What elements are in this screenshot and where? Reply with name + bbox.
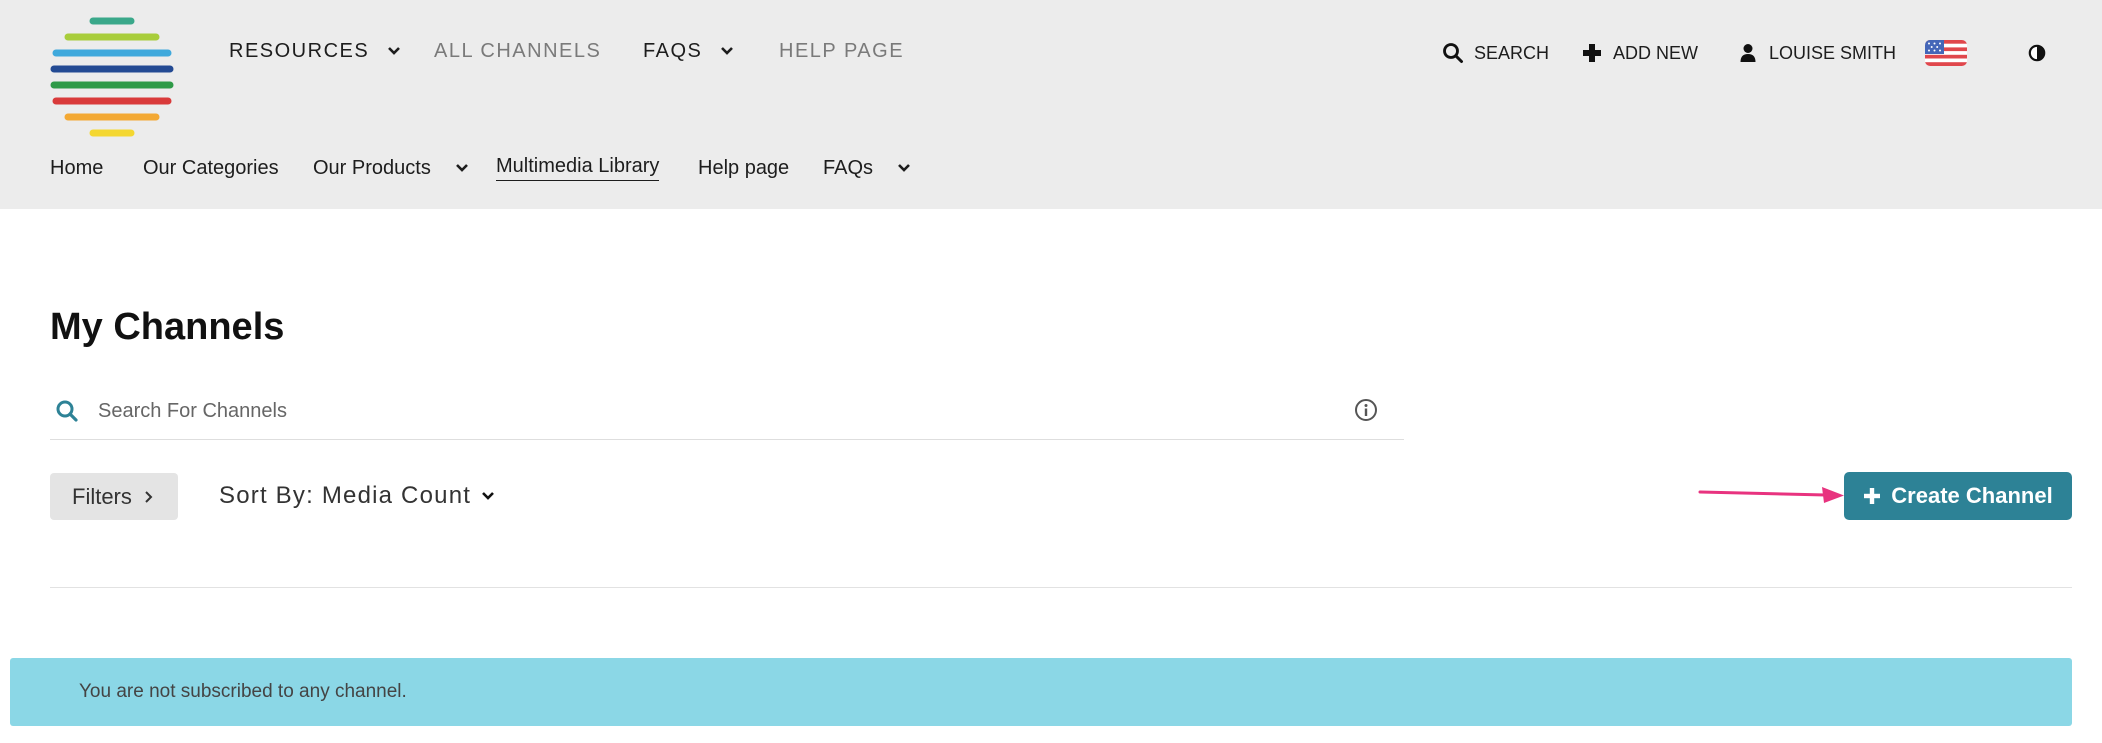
us-flag-icon[interactable]: [1925, 40, 1967, 66]
nav-faqs[interactable]: FAQS: [643, 38, 734, 64]
annotation-arrow: [1698, 487, 1844, 503]
nav-help-page-label: HELP PAGE: [779, 39, 905, 62]
nav-resources-label: RESOURCES: [229, 39, 370, 62]
add-new-link-label: ADD NEW: [1613, 42, 1698, 63]
nav-all-channels[interactable]: ALL CHANNELS: [434, 38, 601, 64]
nav-help-page[interactable]: HELP PAGE: [779, 38, 904, 64]
contrast-icon[interactable]: [2028, 44, 2046, 62]
subnav-home[interactable]: Home: [50, 154, 103, 182]
alert-message: You are not subscribed to any channel.: [79, 681, 407, 702]
subnav-help-page-label: Help page: [698, 156, 790, 179]
section-divider: [50, 587, 2072, 588]
filters-button[interactable]: Filters: [50, 473, 178, 520]
user-menu[interactable]: LOUISE SMITH: [1737, 40, 1896, 66]
subnav-faqs-label: FAQs: [823, 156, 874, 179]
plus-icon: [1583, 44, 1601, 62]
info-icon[interactable]: [1354, 398, 1378, 422]
nav-faqs-label: FAQS: [643, 39, 703, 62]
chevron-down-icon: [455, 164, 468, 172]
search-icon: [1443, 43, 1463, 63]
search-link[interactable]: SEARCH: [1442, 40, 1549, 66]
page-title: My Channels: [50, 306, 285, 348]
nav-all-channels-label: ALL CHANNELS: [434, 39, 602, 62]
chevron-down-icon: [482, 492, 495, 500]
user-icon: [1740, 44, 1756, 62]
nav-resources[interactable]: RESOURCES: [229, 38, 401, 64]
chevron-down-icon: [721, 47, 734, 55]
subnav-our-products[interactable]: Our Products: [313, 154, 469, 182]
search-link-label: SEARCH: [1474, 42, 1550, 63]
chevron-right-icon: [145, 490, 153, 503]
user-name: LOUISE SMITH: [1769, 42, 1897, 63]
sort-dropdown[interactable]: Sort By: Media Count: [219, 482, 495, 510]
subnav-home-label: Home: [50, 156, 104, 179]
create-channel-label: Create Channel: [1891, 483, 2053, 508]
subnav-our-categories[interactable]: Our Categories: [143, 154, 279, 182]
chevron-down-icon: [388, 47, 401, 55]
add-new-link[interactable]: ADD NEW: [1581, 40, 1698, 66]
plus-icon: [1864, 488, 1881, 504]
subnav-multimedia-library-label: Multimedia Library: [496, 155, 660, 181]
subnav-our-categories-label: Our Categories: [143, 156, 279, 179]
subnav-help-page[interactable]: Help page: [698, 154, 789, 182]
create-channel-button[interactable]: Create Channel: [1844, 472, 2072, 520]
site-header: RESOURCES ALL CHANNELS FAQS HELP PAGE SE…: [0, 0, 2102, 209]
sort-dropdown-label: Sort By: Media Count: [219, 482, 472, 509]
search-input[interactable]: [98, 396, 1298, 426]
search-icon: [56, 400, 78, 422]
channel-search-bar: [50, 386, 1404, 440]
subnav-our-products-label: Our Products: [313, 156, 431, 179]
filters-button-label: Filters: [72, 483, 132, 509]
subnav-faqs[interactable]: FAQs: [823, 154, 911, 182]
chevron-down-icon: [898, 164, 910, 172]
logo-icon[interactable]: [50, 16, 174, 140]
info-alert: You are not subscribed to any channel.: [10, 658, 2072, 726]
subnav-multimedia-library[interactable]: Multimedia Library: [496, 154, 660, 182]
